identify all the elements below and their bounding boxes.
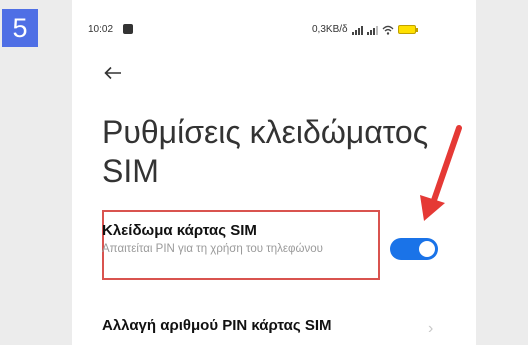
sim-lock-title: Κλείδωμα κάρτας SIM [102, 222, 257, 239]
step-badge: 5 [2, 9, 38, 47]
network-speed: 0,3KB/δ [312, 24, 348, 35]
change-pin-setting[interactable]: Αλλαγή αριθμού PIN κάρτας SIM [102, 317, 462, 334]
wifi-icon [382, 25, 394, 35]
toggle-knob [419, 241, 435, 257]
status-icons: 0,3KB/δ [312, 24, 418, 35]
back-button[interactable] [100, 60, 126, 86]
signal-icon [351, 25, 363, 35]
chevron-right-icon: › [428, 320, 434, 337]
status-time: 10:02 [88, 24, 114, 35]
sim-lock-subtitle: Απαιτείται PIN για τη χρήση του τηλεφώνο… [102, 243, 323, 255]
notification-icon [123, 24, 133, 34]
signal-icon-2 [366, 25, 378, 35]
phone-screen: 10:02 0,3KB/δ Ρυθμίσεις κλειδώματος SIM … [72, 0, 476, 345]
change-pin-title: Αλλαγή αριθμού PIN κάρτας SIM [102, 317, 332, 334]
page-title: Ρυθμίσεις κλειδώματος SIM [102, 114, 429, 189]
battery-icon [397, 25, 418, 34]
sim-lock-toggle[interactable] [390, 238, 438, 260]
status-bar: 10:02 0,3KB/δ [72, 22, 476, 40]
back-arrow-icon [104, 66, 121, 80]
